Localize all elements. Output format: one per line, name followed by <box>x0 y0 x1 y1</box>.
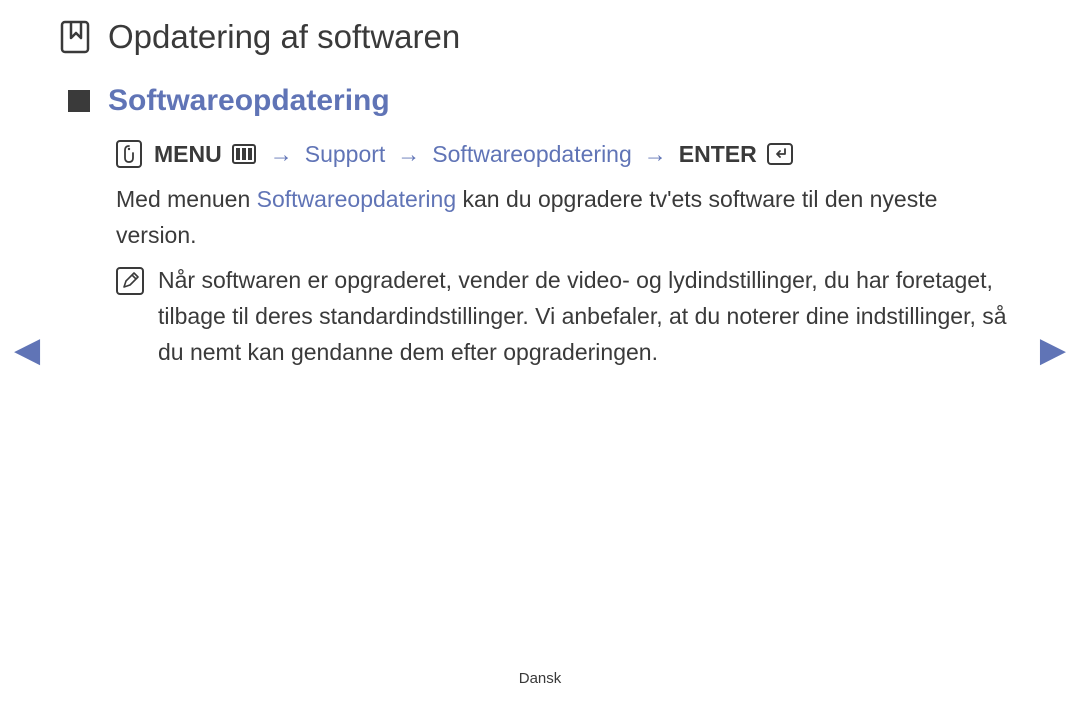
remote-icon <box>116 140 142 168</box>
enter-icon <box>767 143 793 165</box>
bookmark-icon <box>60 20 90 54</box>
arrow-icon: → <box>397 141 420 168</box>
breadcrumb-softwareopdatering: Softwareopdatering <box>432 141 631 168</box>
body-text-prefix: Med menuen <box>116 186 257 212</box>
square-bullet-icon <box>68 90 90 112</box>
menu-grid-icon <box>232 144 256 164</box>
note-text: Når softwaren er opgraderet, vender de v… <box>158 263 1020 370</box>
breadcrumb: MENU → Support → Softwareopdatering → EN… <box>116 140 1020 168</box>
breadcrumb-support: Support <box>305 141 386 168</box>
section-title: Softwareopdatering <box>108 84 390 118</box>
next-page-button[interactable]: ▶ <box>1040 330 1066 370</box>
note-row: Når softwaren er opgraderet, vender de v… <box>116 263 1020 370</box>
arrow-icon: → <box>270 141 293 168</box>
arrow-icon: → <box>644 141 667 168</box>
footer-language: Dansk <box>0 670 1080 687</box>
page-title: Opdatering af softwaren <box>108 18 460 56</box>
menu-label: MENU <box>154 141 222 168</box>
section-title-row: Softwareopdatering <box>68 84 1020 118</box>
enter-label: ENTER <box>679 141 757 168</box>
page-title-row: Opdatering af softwaren <box>60 18 1020 56</box>
body-paragraph: Med menuen Softwareopdatering kan du opg… <box>116 182 1020 253</box>
prev-page-button[interactable]: ◀ <box>14 330 40 370</box>
body-text-highlight: Softwareopdatering <box>257 186 456 212</box>
note-pencil-icon <box>116 267 144 295</box>
